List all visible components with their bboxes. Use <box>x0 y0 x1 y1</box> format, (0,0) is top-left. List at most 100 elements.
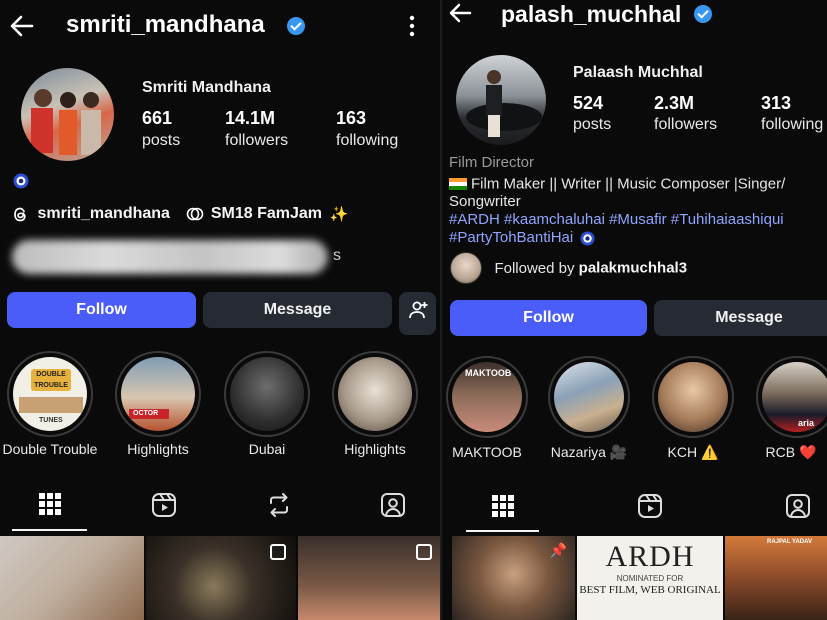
highlight-rcb[interactable]: aria <box>756 356 827 438</box>
highlight-label: KCH ⚠️ <box>667 444 719 460</box>
right-profile-screen: palash_muchhal Palaash Muchhal 524 posts… <box>442 0 827 620</box>
tab-posts-grid[interactable] <box>38 492 62 516</box>
threads-badge-icon <box>186 206 204 222</box>
highlight-thumbnail <box>338 357 412 431</box>
stat-posts[interactable]: 661 posts <box>142 108 180 150</box>
post-thumbnail[interactable]: 📌 <box>452 536 575 620</box>
back-arrow-icon[interactable] <box>448 2 474 24</box>
threads-icon <box>12 206 29 223</box>
highlight-kch[interactable] <box>652 356 734 438</box>
back-arrow-icon[interactable] <box>8 12 36 40</box>
stat-posts[interactable]: 524 posts <box>573 93 611 134</box>
stat-label: following <box>336 132 399 149</box>
tab-tagged[interactable] <box>380 492 406 518</box>
stat-following[interactable]: 163 following <box>336 108 398 150</box>
stat-number: 661 <box>142 108 173 128</box>
highlight-nazariya[interactable] <box>548 356 630 438</box>
active-tab-indicator <box>466 530 539 532</box>
grid-icon <box>39 493 61 515</box>
sparkle-icon: ✨ <box>329 206 349 223</box>
highlight-label: Double Trouble <box>2 441 98 457</box>
threads-row[interactable]: smriti_mandhana SM18 FamJam ✨ <box>12 205 348 225</box>
carousel-icon <box>416 544 432 560</box>
threads-handle: smriti_mandhana <box>37 205 170 222</box>
highlight-badge: DOUBLE TROUBLE <box>31 369 71 391</box>
follow-button[interactable]: Follow <box>7 292 196 328</box>
pinned-icon: 📌 <box>549 542 567 558</box>
hashtag[interactable]: #PartyTohBantiHai <box>449 229 573 246</box>
highlight-maktoob[interactable]: MAKTOOB <box>446 356 528 438</box>
stat-number: 14.1M <box>225 108 276 128</box>
tab-reels[interactable] <box>151 492 177 518</box>
evil-eye-icon <box>13 173 29 189</box>
highlight-bottom-text: TUNES <box>39 417 63 424</box>
blurred-area <box>12 240 328 274</box>
stat-followers[interactable]: 14.1M followers <box>225 108 288 150</box>
badge-word-2: TROUBLE <box>34 382 68 389</box>
highlight-highlights-1[interactable]: OCTOR <box>115 351 201 437</box>
threads-badge-text: SM18 FamJam <box>210 205 323 222</box>
post-subtitle: NOMINATED FOR <box>616 574 684 583</box>
evil-eye-icon <box>580 231 595 246</box>
tagged-person-icon <box>381 493 405 517</box>
tab-reposts[interactable] <box>266 492 292 518</box>
highlight-dubai[interactable] <box>224 351 310 437</box>
more-options-icon[interactable] <box>405 14 419 38</box>
highlight-banner-text: OCTOR <box>133 410 159 417</box>
post-thumbnail[interactable]: ARDH NOMINATED FOR BEST FILM, WEB ORIGIN… <box>577 536 723 620</box>
highlight-photo-strip <box>19 397 83 413</box>
followed-by-user[interactable]: palakmuchhal3 <box>579 260 687 277</box>
add-person-icon <box>408 301 427 319</box>
highlight-label: Nazariya 🎥 <box>550 444 628 460</box>
post-thumbnail[interactable]: RAJPAL YADAV <box>725 536 827 620</box>
highlight-label: MAKTOOB <box>452 444 522 460</box>
grid-icon <box>492 495 514 517</box>
highlight-thumbnail: aria <box>762 362 827 432</box>
post-thumbnail[interactable] <box>146 536 296 620</box>
highlight-thumb-text: aria <box>798 418 815 428</box>
message-button[interactable]: Message <box>203 292 392 328</box>
profile-full-name: Palaash Muchhal <box>573 64 703 81</box>
bio-hashtags-1[interactable]: #ARDH #kaamchaluhai #Musafir #Tuhihaiaas… <box>449 211 784 228</box>
profile-avatar[interactable] <box>21 68 114 161</box>
stat-label: following <box>761 116 824 133</box>
highlight-thumbnail: MAKTOOB <box>452 362 522 432</box>
bio-text: Film Maker || Writer || Music Composer |… <box>471 175 786 193</box>
highlight-double-trouble[interactable]: DOUBLE TROUBLE TUNES <box>7 351 93 437</box>
highlight-thumbnail <box>658 362 728 432</box>
highlight-thumb-text: MAKTOOB <box>465 368 512 378</box>
message-button[interactable]: Message <box>654 300 827 336</box>
highlight-thumbnail <box>230 357 304 431</box>
stat-number: 163 <box>336 108 367 128</box>
highlight-label: Highlights <box>127 441 189 457</box>
follow-button[interactable]: Follow <box>450 300 647 336</box>
reels-icon <box>638 494 662 518</box>
bio-hashtags-2[interactable]: #PartyTohBantiHai <box>449 229 595 246</box>
tab-tagged[interactable] <box>785 493 811 519</box>
stat-following[interactable]: 313 following <box>761 93 823 134</box>
tab-reels[interactable] <box>637 493 663 519</box>
blurred-link[interactable]: s <box>12 238 341 276</box>
stat-label: posts <box>573 116 612 133</box>
bio-line-1: Film Maker || Writer || Music Composer |… <box>449 175 785 193</box>
highlight-highlights-2[interactable] <box>332 351 418 437</box>
verified-badge-icon <box>287 17 305 35</box>
profile-category: Film Director <box>449 154 534 171</box>
stat-number: 313 <box>761 93 792 113</box>
profile-avatar[interactable] <box>456 55 546 145</box>
post-thumbnail[interactable] <box>0 536 144 620</box>
carousel-icon <box>270 544 286 560</box>
followed-by-prefix: Followed by <box>494 259 579 277</box>
stat-label: followers <box>225 132 289 149</box>
stat-number: 524 <box>573 93 604 113</box>
highlight-thumbnail: OCTOR <box>121 357 195 431</box>
stat-followers[interactable]: 2.3M followers <box>654 93 717 134</box>
stat-label: posts <box>142 132 181 149</box>
left-profile-screen: smriti_mandhana Smriti Mandhana 661 post… <box>0 0 440 620</box>
suggest-users-button[interactable] <box>399 292 436 335</box>
repost-icon <box>270 493 288 517</box>
tab-posts-grid[interactable] <box>491 494 515 518</box>
followed-by-row[interactable]: Followed by palakmuchhal3 <box>450 252 687 284</box>
post-thumbnail[interactable] <box>298 536 440 620</box>
highlight-label: Highlights <box>344 441 406 457</box>
